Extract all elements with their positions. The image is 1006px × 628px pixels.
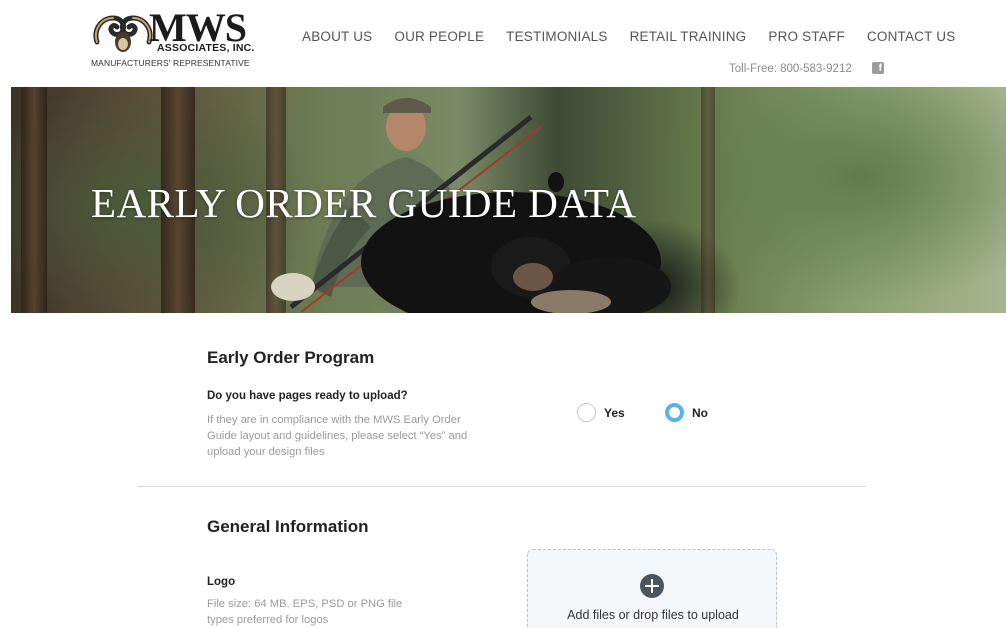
logo-subtitle: ASSOCIATES, INC. [157, 42, 255, 54]
radio-no[interactable]: No [665, 403, 708, 422]
logo-field-label: Logo [207, 576, 236, 588]
nav-about-us[interactable]: ABOUT US [302, 29, 372, 44]
radio-no-circle[interactable] [665, 403, 684, 422]
nav-our-people[interactable]: OUR PEOPLE [394, 29, 484, 44]
upload-question-help: If they are in compliance with the MWS E… [207, 414, 468, 458]
nav-contact-us[interactable]: CONTACT US [867, 29, 956, 44]
early-order-section-title: Early Order Program [207, 348, 375, 367]
radio-no-label[interactable]: No [692, 406, 708, 420]
plus-circle-icon[interactable] [640, 574, 664, 598]
nav-pro-staff[interactable]: PRO STAFF [768, 29, 845, 44]
page: MWS ASSOCIATES, INC. MANUFACTURERS' REPR… [11, 0, 1006, 628]
logo-tagline: MANUFACTURERS' REPRESENTATIVE [91, 58, 250, 68]
main-nav: ABOUT US OUR PEOPLE TESTIMONIALS RETAIL … [302, 29, 955, 44]
general-info-section-title: General Information [207, 517, 369, 536]
file-dropzone[interactable]: Add files or drop files to upload [527, 549, 777, 628]
toll-free-number[interactable]: Toll-Free: 800-583-9212 [729, 63, 852, 75]
nav-retail-training[interactable]: RETAIL TRAINING [630, 29, 747, 44]
radio-yes[interactable]: Yes [577, 403, 625, 422]
nav-testimonials[interactable]: TESTIMONIALS [506, 29, 607, 44]
site-logo[interactable]: MWS ASSOCIATES, INC. MANUFACTURERS' REPR… [91, 8, 261, 72]
hero-banner: EARLY ORDER GUIDE DATA [11, 87, 1006, 313]
upload-question-label: Do you have pages ready to upload? [207, 390, 408, 402]
dropzone-text[interactable]: Add files or drop files to upload [528, 608, 778, 622]
hero-title: EARLY ORDER GUIDE DATA [91, 180, 637, 226]
radio-yes-label[interactable]: Yes [604, 406, 625, 420]
logo-field-help: File size: 64 MB. EPS, PSD or PNG file t… [207, 598, 403, 626]
site-header: MWS ASSOCIATES, INC. MANUFACTURERS' REPR… [11, 0, 1006, 87]
ram-horns-logo-icon [93, 15, 153, 52]
section-divider [138, 486, 866, 487]
facebook-icon[interactable]: f [872, 62, 884, 74]
radio-yes-circle[interactable] [577, 403, 596, 422]
